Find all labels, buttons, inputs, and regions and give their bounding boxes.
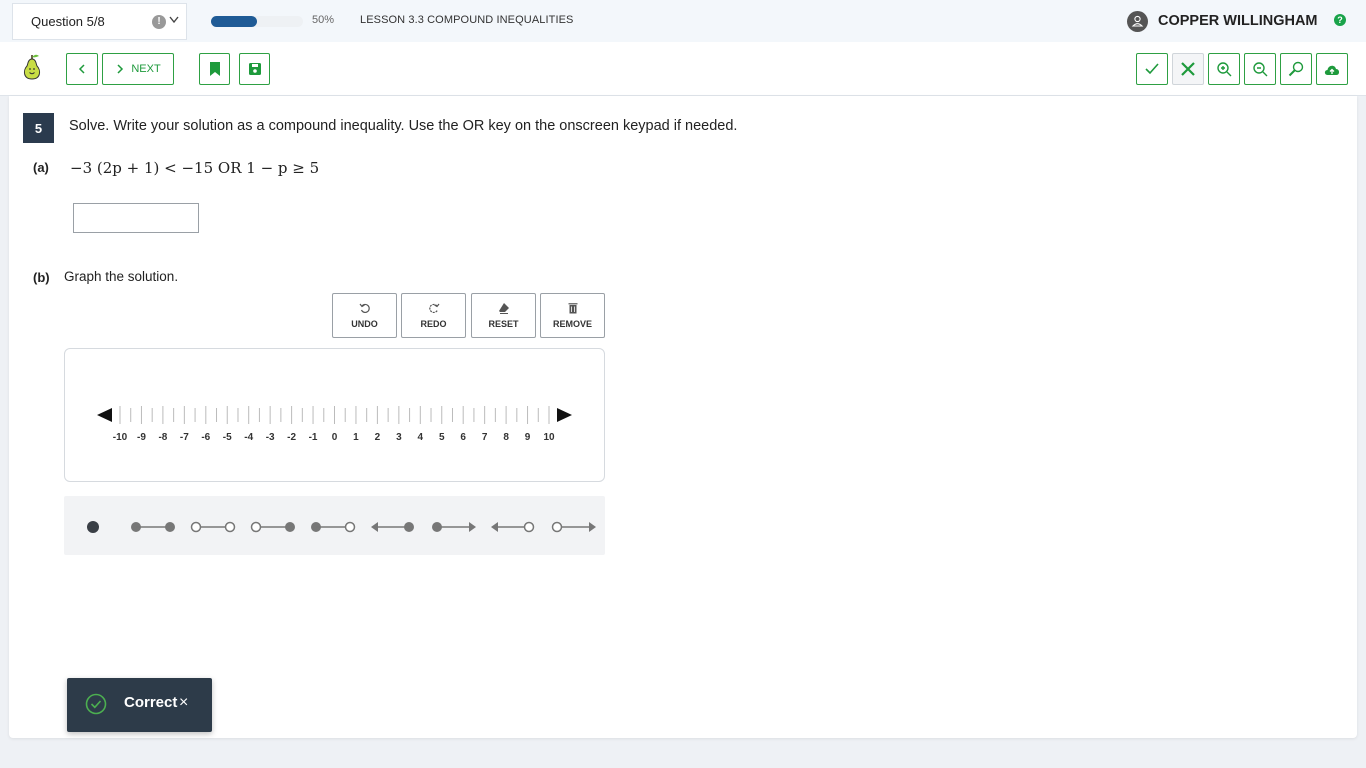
left-ray-open-tool[interactable] bbox=[491, 521, 535, 533]
cloud-upload-button[interactable] bbox=[1316, 53, 1348, 85]
mark-wrong-button[interactable] bbox=[1172, 53, 1204, 85]
graph-tool-tray bbox=[64, 496, 605, 555]
open-open-segment-tool[interactable] bbox=[190, 521, 236, 533]
previous-button[interactable] bbox=[66, 53, 98, 85]
save-icon bbox=[248, 62, 262, 76]
question-number-badge: 5 bbox=[23, 113, 54, 143]
bookmark-button[interactable] bbox=[199, 53, 230, 85]
number-line-tick-label: -5 bbox=[223, 432, 232, 443]
question-selector[interactable]: Question 5/8 ! bbox=[12, 3, 187, 40]
chevron-down-icon bbox=[168, 13, 180, 28]
top-bar: Question 5/8 ! 50% LESSON 3.3 COMPOUND I… bbox=[0, 0, 1366, 42]
trash-icon bbox=[567, 302, 579, 316]
question-prompt: Solve. Write your solution as a compound… bbox=[69, 118, 738, 134]
user-avatar-icon[interactable] bbox=[1127, 11, 1148, 32]
number-line-tick-label: -4 bbox=[244, 432, 253, 443]
eraser-icon bbox=[498, 302, 510, 316]
redo-label: REDO bbox=[420, 319, 447, 329]
next-button-label: NEXT bbox=[131, 63, 161, 75]
answer-input[interactable] bbox=[73, 203, 199, 233]
magnifier-button[interactable] bbox=[1280, 53, 1312, 85]
chevron-right-icon bbox=[115, 63, 125, 75]
toolbar: NEXT bbox=[0, 42, 1366, 96]
chevron-left-icon bbox=[76, 63, 88, 75]
undo-icon bbox=[359, 302, 371, 316]
progress-percent: 50% bbox=[312, 14, 335, 26]
right-ray-closed-tool[interactable] bbox=[432, 522, 476, 532]
next-button[interactable]: NEXT bbox=[102, 53, 174, 85]
check-icon bbox=[1144, 62, 1160, 76]
number-line-tick-label: -2 bbox=[287, 432, 296, 443]
undo-label: UNDO bbox=[351, 319, 378, 329]
help-icon[interactable]: ? bbox=[1334, 14, 1346, 26]
undo-button[interactable]: UNDO bbox=[332, 293, 397, 338]
right-ray-open-tool[interactable] bbox=[551, 521, 597, 533]
number-line-tick-label: 2 bbox=[375, 432, 381, 443]
graph-area[interactable]: -10 -9 -8 -7 -6 -5 -4 -3 -2 -1 0 1 2 3 4 5 6 7 8 9 10 bbox=[64, 348, 605, 482]
redo-button[interactable]: REDO bbox=[401, 293, 466, 338]
number-line-tick-label: -1 bbox=[309, 432, 318, 443]
number-line-tick-label: -10 bbox=[113, 432, 128, 443]
number-line-tick-label: -9 bbox=[137, 432, 146, 443]
number-line-tick-label: -3 bbox=[266, 432, 275, 443]
cloud-upload-icon bbox=[1323, 62, 1341, 76]
lesson-title: LESSON 3.3 COMPOUND INEQUALITIES bbox=[360, 14, 574, 26]
check-circle-icon bbox=[85, 693, 107, 720]
number-line-tick-label: 6 bbox=[460, 432, 466, 443]
reset-label: RESET bbox=[488, 319, 519, 329]
number-line[interactable]: -10 -9 -8 -7 -6 -5 -4 -3 -2 -1 0 1 2 3 4 5 6 7 8 9 10 bbox=[65, 349, 604, 481]
save-button[interactable] bbox=[239, 53, 270, 85]
number-line-tick-label: 5 bbox=[439, 432, 445, 443]
open-closed-segment-tool[interactable] bbox=[250, 521, 296, 533]
progress-bar bbox=[211, 16, 303, 27]
reset-button[interactable]: RESET bbox=[471, 293, 536, 338]
number-line-tick-label: -7 bbox=[180, 432, 189, 443]
toast-close-icon[interactable]: × bbox=[179, 694, 188, 712]
part-a-label: (a) bbox=[33, 160, 49, 175]
number-line-tick-label: 1 bbox=[353, 432, 359, 443]
number-line-tick-label: 7 bbox=[482, 432, 488, 443]
zoom-out-button[interactable] bbox=[1244, 53, 1276, 85]
part-b-text: Graph the solution. bbox=[64, 269, 179, 284]
remove-label: REMOVE bbox=[552, 319, 592, 329]
remove-button[interactable]: REMOVE bbox=[540, 293, 605, 338]
closed-closed-segment-tool[interactable] bbox=[131, 522, 175, 532]
number-line-tick-label: 8 bbox=[503, 432, 509, 443]
bookmark-icon bbox=[209, 61, 221, 77]
number-line-tick-label: -8 bbox=[158, 432, 167, 443]
part-a-inequality: −3 (2p + 1) < −15 OR 1 − p ≥ 5 bbox=[70, 159, 320, 177]
redo-icon bbox=[428, 302, 440, 316]
number-line-tick-label: 4 bbox=[418, 432, 424, 443]
pear-logo-icon bbox=[20, 52, 44, 87]
number-line-tick-label: 10 bbox=[543, 432, 555, 443]
toast-message: Correct bbox=[124, 694, 178, 711]
zoom-in-icon bbox=[1216, 61, 1232, 77]
left-arrow-icon bbox=[97, 408, 112, 422]
user-name[interactable]: COPPER WILLINGHAM bbox=[1158, 13, 1318, 29]
magnifier-icon bbox=[1288, 61, 1304, 77]
number-line-tick-label: 0 bbox=[332, 432, 338, 443]
close-x-icon bbox=[1180, 61, 1196, 77]
progress-bar-fill bbox=[211, 16, 257, 27]
zoom-out-icon bbox=[1252, 61, 1268, 77]
number-line-tick-label: 9 bbox=[525, 432, 531, 443]
number-line-tick-label: -6 bbox=[201, 432, 210, 443]
question-selector-label: Question 5/8 bbox=[31, 14, 105, 29]
part-b-label: (b) bbox=[33, 270, 50, 285]
right-arrow-icon bbox=[557, 408, 572, 422]
zoom-in-button[interactable] bbox=[1208, 53, 1240, 85]
number-line-tick-label: 3 bbox=[396, 432, 402, 443]
closed-open-segment-tool[interactable] bbox=[311, 521, 356, 533]
left-ray-closed-tool[interactable] bbox=[371, 522, 414, 532]
check-answer-button[interactable] bbox=[1136, 53, 1168, 85]
point-tool[interactable] bbox=[87, 521, 99, 533]
flag-icon: ! bbox=[152, 15, 166, 29]
correct-toast: Correct × bbox=[67, 678, 212, 732]
